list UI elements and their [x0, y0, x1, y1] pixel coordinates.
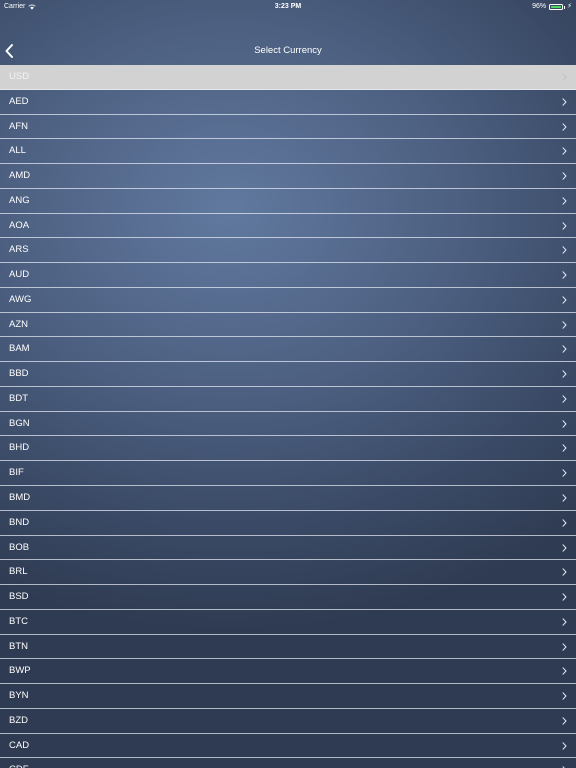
currency-row-usd[interactable]: USD	[0, 65, 576, 90]
chevron-right-icon	[562, 618, 567, 626]
currency-code: BZD	[9, 714, 28, 726]
chevron-right-icon	[562, 692, 567, 700]
chevron-right-icon	[562, 345, 567, 354]
currency-row-bnd[interactable]: BND	[0, 511, 576, 536]
currency-code: BSD	[9, 591, 29, 603]
currency-row-aoa[interactable]: AOA	[0, 214, 576, 239]
currency-row-ars[interactable]: ARS	[0, 238, 576, 264]
chevron-right-icon	[562, 98, 567, 106]
currency-row-aud[interactable]: AUD	[0, 263, 576, 288]
currency-row-bam[interactable]: BAM	[0, 337, 576, 363]
nav-bar: Select Currency	[0, 36, 576, 66]
chevron-right-icon	[562, 197, 567, 205]
currency-code: BAM	[9, 343, 30, 355]
currency-code: BDT	[9, 392, 28, 404]
currency-code: BTC	[9, 615, 28, 627]
currency-row-awg[interactable]: AWG	[0, 288, 576, 313]
currency-code: BYN	[9, 690, 29, 702]
currency-row-bgn[interactable]: BGN	[0, 412, 576, 437]
currency-code: AOA	[9, 219, 30, 231]
currency-code: CDF	[9, 758, 29, 768]
chevron-right-icon	[562, 395, 567, 403]
chevron-right-icon	[562, 296, 567, 304]
currency-row-cdf[interactable]: CDF	[0, 758, 576, 768]
currency-code: AED	[9, 95, 29, 107]
chevron-right-icon	[562, 221, 567, 230]
currency-code: ALL	[9, 145, 26, 157]
battery-icon	[549, 4, 564, 10]
currency-code: ARS	[9, 244, 29, 256]
currency-row-bhd[interactable]: BHD	[0, 436, 576, 462]
chevron-right-icon	[562, 667, 567, 676]
currency-row-bsd[interactable]: BSD	[0, 585, 576, 610]
currency-code: BRL	[9, 566, 28, 578]
chevron-right-icon	[562, 568, 567, 577]
currency-row-bdt[interactable]: BDT	[0, 387, 576, 412]
chevron-right-icon	[562, 246, 567, 255]
chevron-right-icon	[562, 642, 567, 651]
page-title: Select Currency	[254, 45, 322, 56]
currency-row-aed[interactable]: AED	[0, 90, 576, 115]
chevron-right-icon	[562, 172, 567, 180]
currency-code: BHD	[9, 442, 30, 454]
currency-code: AFN	[9, 120, 28, 132]
currency-code: AMD	[9, 170, 31, 182]
currency-row-btn[interactable]: BTN	[0, 635, 576, 660]
currency-code: BTN	[9, 640, 28, 652]
chevron-right-icon	[562, 519, 567, 527]
currency-row-afn[interactable]: AFN	[0, 115, 576, 140]
chevron-right-icon	[562, 73, 567, 81]
currency-row-amd[interactable]: AMD	[0, 164, 576, 189]
chevron-right-icon	[562, 593, 567, 601]
currency-row-azn[interactable]: AZN	[0, 313, 576, 338]
status-time: 3:23 PM	[274, 3, 302, 10]
chevron-right-icon	[562, 271, 567, 279]
currency-row-bzd[interactable]: BZD	[0, 709, 576, 734]
currency-code: BMD	[9, 492, 31, 504]
chevron-right-icon	[562, 741, 567, 750]
currency-row-byn[interactable]: BYN	[0, 684, 576, 709]
status-bar: Carrier 3:23 PM 96% ⚡︎	[0, 0, 576, 14]
currency-row-ang[interactable]: ANG	[0, 189, 576, 214]
currency-code: BGN	[9, 417, 30, 429]
currency-code: AZN	[9, 318, 28, 330]
chevron-right-icon	[562, 122, 567, 131]
chevron-right-icon	[562, 494, 567, 502]
chevron-right-icon	[562, 717, 567, 725]
currency-row-btc[interactable]: BTC	[0, 610, 576, 635]
currency-row-bmd[interactable]: BMD	[0, 486, 576, 511]
chevron-right-icon	[562, 320, 567, 329]
currency-code: BBD	[9, 368, 29, 380]
currency-code: AWG	[9, 293, 32, 305]
status-right: 96% ⚡︎	[532, 0, 572, 14]
currency-list: USD AED AFN ALL AMD ANG AOA ARS AUD AWG AZN BAM BBD B…	[0, 65, 576, 768]
currency-row-bob[interactable]: BOB	[0, 536, 576, 561]
chevron-right-icon	[562, 543, 567, 552]
currency-row-bwp[interactable]: BWP	[0, 659, 576, 685]
chevron-right-icon	[562, 147, 567, 155]
chevron-right-icon	[562, 420, 567, 428]
bolt-icon: ⚡︎	[567, 3, 572, 10]
currency-row-cad[interactable]: CAD	[0, 734, 576, 759]
chevron-right-icon	[562, 444, 567, 453]
battery-percent: 96%	[532, 3, 547, 10]
currency-code: AUD	[9, 269, 30, 281]
currency-row-bbd[interactable]: BBD	[0, 362, 576, 387]
currency-row-brl[interactable]: BRL	[0, 560, 576, 586]
currency-code: BWP	[9, 665, 31, 677]
currency-code: CAD	[9, 739, 30, 751]
currency-code: USD	[9, 71, 30, 82]
currency-row-bif[interactable]: BIF	[0, 461, 576, 487]
currency-code: BOB	[9, 541, 30, 553]
currency-code: ANG	[9, 194, 30, 206]
chevron-right-icon	[562, 469, 567, 477]
currency-row-all[interactable]: ALL	[0, 139, 576, 165]
currency-code: BIF	[9, 467, 24, 479]
chevron-right-icon	[562, 370, 567, 378]
currency-code: BND	[9, 516, 30, 528]
